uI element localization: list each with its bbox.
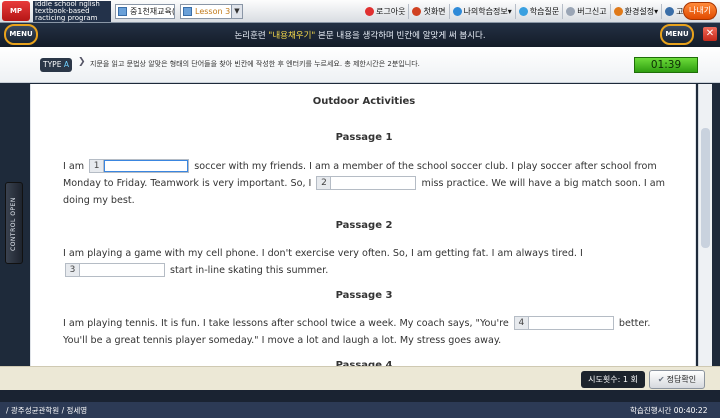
instruction-prefix: 논리훈련 xyxy=(234,31,269,41)
chevron-down-icon[interactable]: ▼ xyxy=(231,5,242,18)
nav-button-4[interactable]: 버그신고 xyxy=(563,4,611,19)
nav-icon xyxy=(452,7,462,16)
passage-text: I am 1 soccer with my friends. I am a me… xyxy=(63,158,673,209)
blank-number: 1 xyxy=(90,160,105,172)
instruction-suffix: 본문 내용을 생각하며 빈칸에 알맞게 써 봅시다. xyxy=(315,31,486,41)
top-nav: 로그아웃첫화면나의학습정보▾학습질문버그신고환경설정▾고객지원▾ xyxy=(362,4,714,19)
blank-4: 4 xyxy=(513,316,614,330)
blank-number: 3 xyxy=(66,264,80,276)
app-title: iddle school nglish textbook-based racti… xyxy=(33,1,111,22)
exercise-content: Outdoor Activities Passage 1 I am 1 socce… xyxy=(30,84,696,366)
nav-icon xyxy=(665,7,675,16)
check-icon: ✔ xyxy=(657,375,665,384)
nav-button-2[interactable]: 나의학습정보▾ xyxy=(450,4,516,19)
blank-input-1[interactable] xyxy=(104,160,189,172)
menu-button-right[interactable]: MENU xyxy=(660,24,694,45)
content-scrollbar[interactable] xyxy=(698,84,712,366)
close-icon[interactable]: ✕ xyxy=(703,27,717,41)
nav-button-label: 첫화면 xyxy=(423,7,446,16)
nav-icon xyxy=(365,7,374,16)
countdown-timer: 01:39 xyxy=(634,57,698,73)
passage-heading: Passage 3 xyxy=(335,290,393,301)
app-logo: MP xyxy=(2,1,30,21)
page-title: Outdoor Activities xyxy=(312,96,416,107)
nav-button-label: 버그신고 xyxy=(577,7,607,16)
lesson-select-value: Lesson 3 xyxy=(195,7,231,16)
passage-segment: start in-line skating this summer. xyxy=(167,265,329,276)
nav-button-label: 환경설정▾ xyxy=(624,7,659,16)
passage-heading: Passage 2 xyxy=(335,220,393,231)
user-info: / 광주성균관학원 / 정세영 xyxy=(6,406,88,415)
passage-text: I am playing tennis. It is fun. I take l… xyxy=(63,315,673,349)
type-badge: TYPE A xyxy=(40,58,72,72)
document-icon xyxy=(183,7,192,16)
bottom-action-bar: 시도횟수: 1 회 ✔ 정답확인 xyxy=(0,366,720,390)
attempts-counter: 시도횟수: 1 회 xyxy=(581,371,645,388)
divider xyxy=(0,390,720,402)
blank-input-2[interactable] xyxy=(331,177,416,189)
instruction-header: MENU 논리훈련 "내용채우기" 본문 내용을 생각하며 빈칸에 알맞게 써 … xyxy=(0,23,720,47)
blank-1: 1 xyxy=(89,159,190,173)
nav-button-0[interactable]: 로그아웃 xyxy=(362,4,410,19)
blank-input-3[interactable] xyxy=(80,264,164,276)
nav-button-label: 나의학습정보▾ xyxy=(463,7,512,16)
passage-text: I am playing a game with my cell phone. … xyxy=(63,245,673,279)
control-open-tab[interactable]: CONTROL OPEN xyxy=(5,182,23,264)
blank-input-4[interactable] xyxy=(528,317,613,329)
nav-icon xyxy=(412,7,422,16)
blank-2: 2 xyxy=(316,176,417,190)
chevron-right-icon: ❯ xyxy=(78,57,86,67)
nav-icon xyxy=(613,7,623,16)
status-bar: / 광주성균관학원 / 정세영 학습진행시간 00:40:22 xyxy=(0,402,720,418)
textbook-select[interactable]: 중1천재교육( xyxy=(115,4,175,19)
textbook-select-value: 중1천재교육( xyxy=(130,7,175,16)
nav-button-3[interactable]: 학습질문 xyxy=(516,4,564,19)
nav-button-label: 로그아웃 xyxy=(376,7,406,16)
passage-segment: I am playing tennis. It is fun. I take l… xyxy=(63,318,512,329)
passage-segment: I am playing a game with my cell phone. … xyxy=(63,248,583,259)
blank-number: 2 xyxy=(317,177,332,189)
type-letter: A xyxy=(63,60,69,69)
passage-segment: I am xyxy=(63,161,88,172)
type-description: 지문을 읽고 문법상 알맞은 형태의 단어들을 찾아 빈칸에 작성한 후 엔터키… xyxy=(90,60,420,68)
lesson-select[interactable]: Lesson 3 ▼ xyxy=(180,4,243,19)
nav-button-1[interactable]: 첫화면 xyxy=(409,4,450,19)
blank-3: 3 xyxy=(65,263,165,277)
type-row: TYPE A ❯ 지문을 읽고 문법상 알맞은 형태의 단어들을 찾아 빈칸에 … xyxy=(0,47,720,83)
nav-button-5[interactable]: 환경설정▾ xyxy=(611,4,663,19)
exit-button[interactable]: 나내기 xyxy=(683,2,717,20)
instruction-highlight: "내용채우기" xyxy=(268,31,316,41)
top-toolbar: MP iddle school nglish textbook-based ra… xyxy=(0,0,720,23)
nav-icon xyxy=(566,7,576,16)
nav-icon xyxy=(518,7,528,16)
control-open-label: CONTROL OPEN xyxy=(10,197,17,251)
document-icon xyxy=(118,7,127,16)
check-answer-button[interactable]: ✔ 정답확인 xyxy=(649,370,705,389)
study-time: 학습진행시간 00:40:22 xyxy=(630,406,708,415)
blank-number: 4 xyxy=(514,317,529,329)
check-answer-label: 정답확인 xyxy=(666,375,697,384)
scrollbar-thumb[interactable] xyxy=(701,128,710,248)
passage-heading: Passage 1 xyxy=(335,132,393,143)
instruction-text: 논리훈련 "내용채우기" 본문 내용을 생각하며 빈칸에 알맞게 써 봅시다. xyxy=(0,29,720,41)
type-label: TYPE xyxy=(43,60,62,69)
nav-button-label: 학습질문 xyxy=(529,7,560,16)
